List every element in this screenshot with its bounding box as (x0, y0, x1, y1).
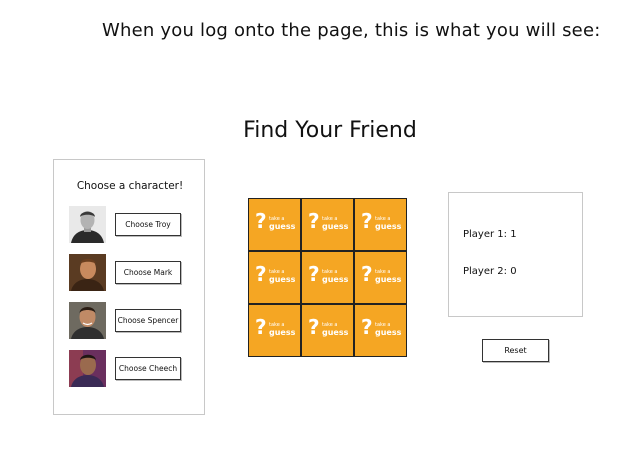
board-tile[interactable]: ? take a guess (249, 305, 300, 356)
character-row-cheech: Choose Cheech (69, 350, 204, 388)
choose-spencer-button[interactable]: Choose Spencer (115, 309, 181, 332)
page-title: Find Your Friend (243, 118, 417, 143)
choose-cheech-button[interactable]: Choose Cheech (115, 357, 181, 380)
tile-text-bottom: guess (269, 328, 296, 337)
question-mark-icon: ? (361, 209, 373, 233)
choose-mark-button[interactable]: Choose Mark (115, 261, 181, 284)
intro-text: When you log onto the page, this is what… (102, 20, 601, 41)
character-row-mark: Choose Mark (69, 254, 204, 292)
board-tile[interactable]: ? take a guess (355, 252, 406, 303)
tile-text-bottom: guess (375, 222, 402, 231)
character-row-troy: Choose Troy (69, 206, 204, 244)
question-mark-icon: ? (361, 315, 373, 339)
board-tile[interactable]: ? take a guess (249, 199, 300, 250)
character-panel: Choose a character! Choose Troy Choose M… (53, 159, 205, 415)
question-mark-icon: ? (308, 262, 320, 286)
question-mark-icon: ? (308, 315, 320, 339)
game-board: ? take a guess ? take a guess ? take a g… (248, 198, 407, 357)
question-mark-icon: ? (361, 262, 373, 286)
tile-text-bottom: guess (269, 222, 296, 231)
avatar-spencer (69, 302, 106, 339)
reset-button[interactable]: Reset (482, 339, 549, 362)
player1-score: Player 1: 1 (463, 229, 517, 240)
question-mark-icon: ? (308, 209, 320, 233)
tile-text-bottom: guess (322, 328, 349, 337)
tile-text-bottom: guess (375, 275, 402, 284)
choose-troy-button[interactable]: Choose Troy (115, 213, 181, 236)
character-panel-heading: Choose a character! (76, 180, 184, 192)
scoreboard-panel: Player 1: 1 Player 2: 0 (448, 192, 583, 317)
tile-text-bottom: guess (375, 328, 402, 337)
board-tile[interactable]: ? take a guess (302, 252, 353, 303)
avatar-troy (69, 206, 106, 243)
player2-score: Player 2: 0 (463, 266, 517, 277)
board-tile[interactable]: ? take a guess (355, 305, 406, 356)
board-tile[interactable]: ? take a guess (355, 199, 406, 250)
question-mark-icon: ? (255, 262, 267, 286)
avatar-cheech (69, 350, 106, 387)
tile-text-bottom: guess (322, 275, 349, 284)
tile-text-bottom: guess (269, 275, 296, 284)
avatar-mark (69, 254, 106, 291)
character-row-spencer: Choose Spencer (69, 302, 204, 340)
board-tile[interactable]: ? take a guess (249, 252, 300, 303)
board-tile[interactable]: ? take a guess (302, 305, 353, 356)
board-tile[interactable]: ? take a guess (302, 199, 353, 250)
question-mark-icon: ? (255, 315, 267, 339)
question-mark-icon: ? (255, 209, 267, 233)
tile-text-bottom: guess (322, 222, 349, 231)
